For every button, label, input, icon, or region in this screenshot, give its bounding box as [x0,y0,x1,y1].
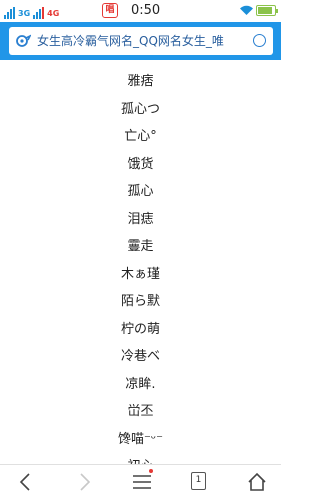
url-text[interactable]: 女生高冷霸气网名_QQ网名女生_唯 [37,27,247,55]
list-item: 雅痞 [127,74,154,89]
menu-button[interactable] [121,465,161,500]
refresh-icon[interactable] [253,34,266,47]
tab-count: 1 [191,472,206,490]
back-button[interactable] [6,465,46,500]
battery-icon [256,5,278,16]
list-item: 亡心° [124,129,157,144]
notification-dot [149,469,153,473]
network-type-label-2: 4G [47,9,60,18]
list-item: 霻走 [127,239,154,254]
list-item: 柠の萌 [120,321,160,337]
address-bar: 女生高冷霸气网名_QQ网名女生_唯 [0,22,281,60]
list-item: 孤心つ [120,101,160,117]
network-type-label: 3G [18,9,31,18]
list-item: 孤心 [127,184,154,199]
list-item: 木ぁ瑾 [120,266,160,282]
url-field[interactable]: 女生高冷霸气网名_QQ网名女生_唯 [9,27,273,55]
list-item: 泪痣 [127,211,154,227]
forward-button[interactable] [64,465,104,500]
signal-icon-2 [33,7,45,19]
network-indicators: 3G 4G [4,3,59,19]
clock: 0:50 [131,3,161,18]
list-item: 峃丕 [127,404,154,419]
signal-icon [4,7,15,19]
list-item: 初心 [0,453,281,464]
list-item: 饿货 [127,156,154,172]
battery-level-fill [258,7,272,14]
page-content: 雅痞孤心つ亡心° 饿货孤心泪痣霻走木ぁ瑾陌ら默柠の萌冷巷ベ凉眸. 峃丕馋喵⁻ᵕ⁻ 初心 [0,60,281,464]
list-item: 冷巷ベ [120,349,160,364]
chevron-right-icon [80,473,91,491]
home-icon [248,472,266,491]
chevron-left-icon [19,473,30,491]
list-item: 陌ら默 [120,294,160,309]
list-item: 凉眸. [125,376,156,392]
home-button[interactable] [236,465,276,500]
nickname-list: 雅痞孤心つ亡心° 饿货孤心泪痣霻走木ぁ瑾陌ら默柠の萌冷巷ベ凉眸. 峃丕馋喵⁻ᵕ⁻ 初心 [0,68,281,464]
list-item: 馋喵⁻ᵕ⁻ [117,431,164,447]
wifi-icon [240,5,253,15]
bottom-toolbar: 1 [0,464,281,500]
menu-icon [133,475,151,489]
browser-logo-icon [16,34,31,47]
notification-app-icon: 唱 [102,3,118,18]
status-bar: 3G 4G 唱 0:50 [0,0,281,22]
tabs-button[interactable]: 1 [179,465,219,500]
